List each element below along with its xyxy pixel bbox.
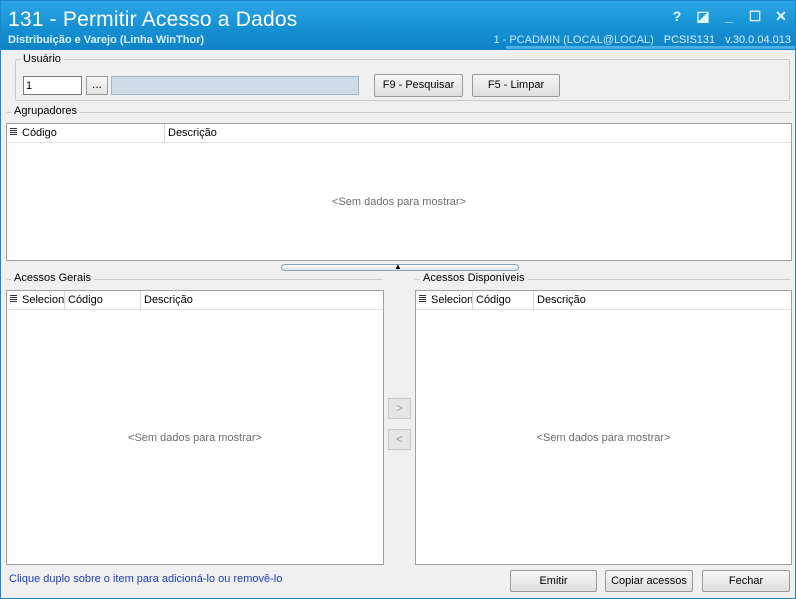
acessos-disponiveis-grid[interactable]: Selecion Código Descrição <Sem dados par… bbox=[415, 290, 792, 565]
splitter-handle[interactable]: ▲ bbox=[281, 262, 519, 271]
column-chooser-icon[interactable] bbox=[10, 128, 17, 138]
column-header-codigo[interactable]: Código bbox=[65, 291, 141, 310]
title-bar: 131 - Permitir Acesso a Dados Distribuiç… bbox=[1, 1, 795, 50]
agrupadores-grid-header: Código Descrição bbox=[7, 124, 791, 143]
acessos-gerais-empty-text: <Sem dados para mostrar> bbox=[128, 432, 262, 444]
usuario-code-input[interactable] bbox=[23, 76, 82, 95]
acessos-disponiveis-empty-text: <Sem dados para mostrar> bbox=[536, 432, 671, 444]
window-controls: ? ◪ _ ☐ ✕ bbox=[669, 8, 789, 24]
agrupadores-empty-text: <Sem dados para mostrar> bbox=[332, 196, 466, 208]
column-header-codigo[interactable]: Código bbox=[19, 124, 165, 143]
session-user: 1 - PCADMIN (LOCAL@LOCAL) bbox=[493, 34, 654, 46]
chevron-up-icon: ▲ bbox=[394, 262, 402, 271]
column-header-codigo[interactable]: Código bbox=[473, 291, 534, 310]
usuario-name-field bbox=[111, 76, 359, 95]
column-header-selecion[interactable]: Selecion bbox=[428, 291, 473, 310]
agrupadores-divider bbox=[7, 112, 792, 113]
column-chooser-icon[interactable] bbox=[419, 295, 426, 305]
minimize-icon[interactable]: _ bbox=[721, 8, 737, 24]
acessos-gerais-grid[interactable]: Seleciona Código Descrição <Sem dados pa… bbox=[6, 290, 384, 565]
column-header-seleciona[interactable]: Seleciona bbox=[19, 291, 65, 310]
copiar-acessos-button[interactable]: Copiar acessos bbox=[605, 570, 693, 592]
usuario-lookup-button[interactable]: ... bbox=[86, 76, 108, 95]
remove-access-button[interactable]: < bbox=[388, 429, 411, 450]
agrupadores-label: Agrupadores bbox=[11, 105, 80, 117]
main-window: 131 - Permitir Acesso a Dados Distribuiç… bbox=[0, 0, 796, 599]
restore-icon[interactable]: ◪ bbox=[695, 8, 711, 24]
acessos-gerais-grid-header: Seleciona Código Descrição bbox=[7, 291, 383, 310]
maximize-icon[interactable]: ☐ bbox=[747, 8, 763, 24]
version-label: v.30.0.04.013 bbox=[725, 34, 791, 46]
column-header-descricao[interactable]: Descrição bbox=[534, 291, 734, 310]
column-header-descricao[interactable]: Descrição bbox=[165, 124, 465, 143]
footer-hint: Clique duplo sobre o item para adicioná-… bbox=[9, 573, 283, 585]
usuario-label: Usuário bbox=[20, 53, 64, 65]
session-info: 1 - PCADMIN (LOCAL@LOCAL) PCSIS131 v.30.… bbox=[493, 34, 791, 46]
fechar-button[interactable]: Fechar bbox=[702, 570, 790, 592]
title-bar-divider bbox=[506, 46, 795, 49]
add-access-button[interactable]: > bbox=[388, 398, 411, 419]
column-chooser-icon[interactable] bbox=[10, 295, 17, 305]
acessos-gerais-label: Acessos Gerais bbox=[11, 272, 95, 284]
column-header-descricao[interactable]: Descrição bbox=[141, 291, 341, 310]
close-icon[interactable]: ✕ bbox=[773, 8, 789, 24]
search-button[interactable]: F9 - Pesquisar bbox=[374, 74, 463, 97]
clear-button[interactable]: F5 - Limpar bbox=[472, 74, 560, 97]
window-subtitle: Distribuição e Varejo (Linha WinThor) bbox=[8, 34, 205, 46]
acessos-disponiveis-label: Acessos Disponíveis bbox=[420, 272, 528, 284]
acessos-disponiveis-grid-header: Selecion Código Descrição bbox=[416, 291, 791, 310]
emitir-button[interactable]: Emitir bbox=[510, 570, 597, 592]
window-title: 131 - Permitir Acesso a Dados bbox=[8, 8, 298, 31]
help-icon[interactable]: ? bbox=[669, 8, 685, 24]
agrupadores-grid[interactable]: Código Descrição <Sem dados para mostrar… bbox=[6, 123, 792, 261]
module-code: PCSIS131 bbox=[663, 34, 716, 46]
